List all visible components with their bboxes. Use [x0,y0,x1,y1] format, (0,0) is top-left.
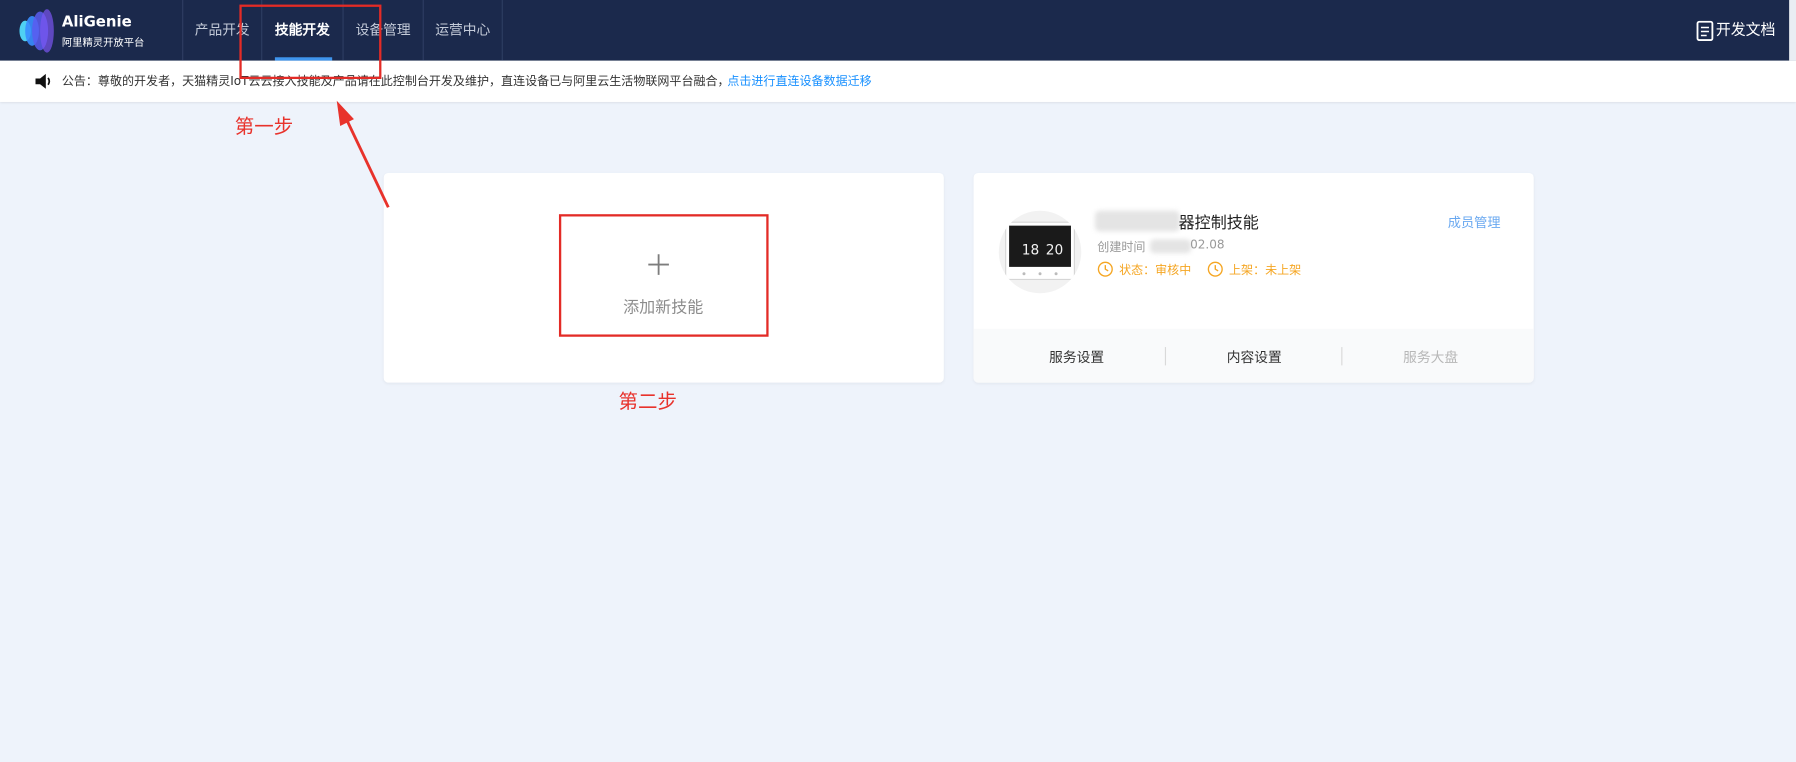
nav-divider [501,0,503,61]
created-time-label: 创建时间 [1097,240,1146,255]
action-divider [1341,347,1343,366]
brand-name: AliGenie [61,13,132,31]
brand-subtitle: 阿里精灵开放平台 [61,37,145,50]
step2-annotation: 第二步 [618,390,677,414]
redacted-skill-name [1095,210,1180,232]
review-status-text: 状态：审核中 [1119,263,1192,278]
nav-operations[interactable]: 运营中心 [424,0,502,61]
announcement-text: 公告：尊敬的开发者，天猫精灵IoT云云接入技能及产品请在此控制台开发及维护，直连… [61,74,730,89]
brand-logo[interactable]: AliGenie 阿里精灵开放平台 [16,8,182,54]
service-settings-button[interactable]: 服务设置 [1008,347,1145,366]
content-settings-button[interactable]: 内容设置 [1185,347,1322,366]
redacted-created-date [1149,239,1192,254]
dev-docs-label: 开发文档 [1715,21,1776,39]
document-icon [1696,20,1714,42]
clock-icon [1207,261,1223,277]
step1-highlight-box [239,4,382,80]
skill-name: 器控制技能 [1178,214,1259,233]
shelf-status-text: 上架：未上架 [1229,263,1302,278]
speaker-icon [35,73,51,89]
step2-highlight-box [558,214,769,337]
step1-annotation: 第一步 [234,115,294,139]
migrate-device-data-link[interactable]: 点击进行直连设备数据迁移 [727,72,871,89]
member-management-link[interactable]: 成员管理 [1448,213,1501,231]
aligenie-logo-icon [19,9,54,53]
thumb-reading-left: 18 [1022,242,1039,258]
clock-icon [1097,261,1113,277]
skill-thumbnail: 18 20 [998,210,1082,294]
thumb-reading-right: 20 [1046,242,1063,258]
scrollbar-edge [1789,0,1796,61]
action-divider [1164,347,1167,366]
thermostat-image: 18 20 [1005,221,1075,281]
service-dashboard-button[interactable]: 服务大盘 [1362,347,1499,366]
created-time-value: 02.08 [1190,238,1225,252]
